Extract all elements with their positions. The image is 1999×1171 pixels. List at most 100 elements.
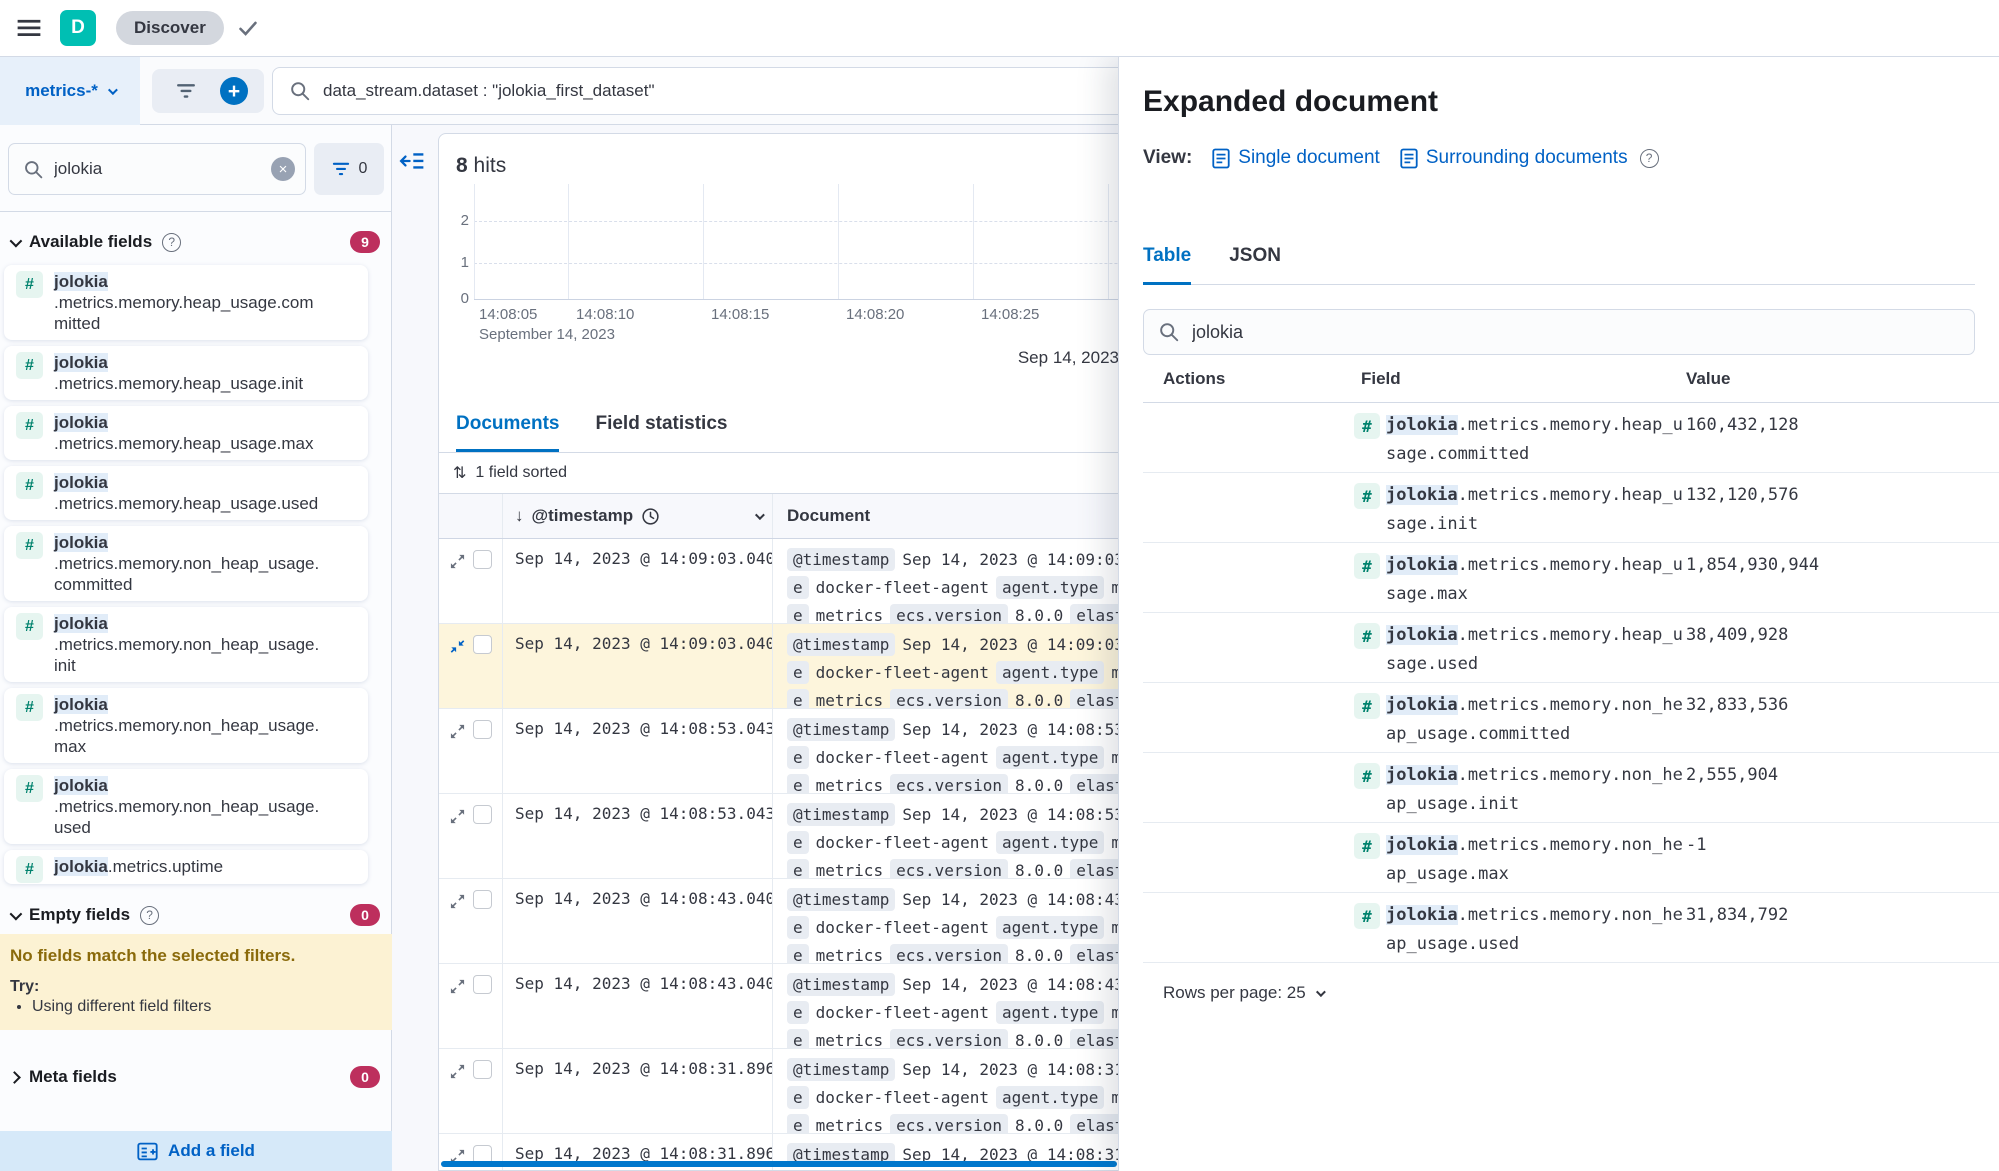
field-name-cell[interactable]: # jolokia.metrics.memory.heap_usage.commi… <box>1354 411 1686 469</box>
row-actions-area[interactable] <box>1153 831 1293 861</box>
row-actions-area[interactable] <box>1153 901 1293 931</box>
expand-document-icon[interactable] <box>449 551 466 571</box>
surrounding-documents-link[interactable]: Surrounding documents <box>1426 147 1628 169</box>
app-icon-badge[interactable]: D <box>60 10 96 46</box>
field-value-cell: -1 <box>1686 835 1707 855</box>
field-name-cell[interactable]: # jolokia.metrics.memory.non_heap_usage.u… <box>1354 901 1686 959</box>
field-list-item[interactable]: # jolokia .metrics.memory.non_heap_usage.… <box>4 526 368 601</box>
sort-updown-icon: ⇅ <box>453 465 467 482</box>
search-icon <box>289 80 311 102</box>
field-chip: e <box>787 944 809 963</box>
row-actions-area[interactable] <box>1153 691 1293 721</box>
field-list-item[interactable]: # jolokia .metrics.memory.heap_usage.used <box>4 466 368 520</box>
tab-json[interactable]: JSON <box>1229 245 1281 285</box>
field-list-item[interactable]: # jolokia .metrics.memory.non_heap_usage.… <box>4 688 368 763</box>
number-field-icon: # <box>16 271 43 298</box>
grid-header-timestamp-column[interactable]: ↓ @timestamp <box>503 494 773 538</box>
y-tick: 1 <box>460 254 469 271</box>
row-checkbox[interactable] <box>473 890 492 909</box>
tab-documents[interactable]: Documents <box>456 413 560 452</box>
field-chip: ecs.version <box>890 774 1009 793</box>
column-menu-chevron-icon[interactable] <box>754 509 765 520</box>
field-search-input[interactable] <box>54 159 244 179</box>
flyout-tabs: Table JSON <box>1143 245 1975 285</box>
actions-column-label: Actions <box>1163 369 1226 388</box>
expand-document-icon[interactable] <box>449 1061 466 1081</box>
field-list-item[interactable]: # jolokia .metrics.memory.heap_usage.max <box>4 406 368 460</box>
field-list-item[interactable]: # jolokia .metrics.memory.non_heap_usage.… <box>4 769 368 844</box>
field-name: jolokia .metrics.memory.heap_usage.max <box>54 413 314 453</box>
row-checkbox[interactable] <box>473 975 492 994</box>
search-icon <box>1158 321 1180 343</box>
rows-per-page-button[interactable]: Rows per page: 25 <box>1163 983 1326 1003</box>
field-search-box[interactable]: × <box>8 143 306 195</box>
field-chip: e <box>787 1029 809 1048</box>
field-list-item[interactable]: # jolokia .metrics.memory.heap_usage.comm… <box>4 265 368 340</box>
collapse-document-icon[interactable] <box>449 636 466 656</box>
breadcrumb[interactable]: Discover <box>116 11 224 45</box>
add-field-button[interactable]: Add a field <box>0 1131 392 1171</box>
flyout-search-input[interactable] <box>1192 321 1914 343</box>
field-chip: agent.type <box>996 916 1105 939</box>
collapse-sidebar-icon[interactable] <box>399 148 425 174</box>
help-icon[interactable]: ? <box>1639 148 1659 168</box>
row-checkbox[interactable] <box>473 720 492 739</box>
row-actions-area[interactable] <box>1153 761 1293 791</box>
field-name-cell[interactable]: # jolokia.metrics.memory.heap_usage.init <box>1354 481 1686 539</box>
filter-funnel-icon[interactable] <box>168 73 204 109</box>
saved-check-icon <box>236 16 260 40</box>
field-name-cell[interactable]: # jolokia.metrics.memory.heap_usage.max <box>1354 551 1686 609</box>
field-name-cell[interactable]: # jolokia.metrics.memory.non_heap_usage.i… <box>1354 761 1686 819</box>
number-field-icon: # <box>16 352 43 379</box>
row-checkbox[interactable] <box>473 550 492 569</box>
number-field-icon: # <box>1354 483 1380 509</box>
menu-hamburger-icon[interactable] <box>12 11 46 45</box>
tab-table[interactable]: Table <box>1143 245 1192 285</box>
tab-field-statistics[interactable]: Field statistics <box>595 413 727 452</box>
field-filter-button[interactable]: 0 <box>314 143 384 195</box>
field-value-row: # jolokia.metrics.memory.heap_usage.max 1… <box>1143 543 1999 613</box>
row-actions-area[interactable] <box>1153 411 1293 441</box>
add-filter-button[interactable]: + <box>220 77 248 105</box>
row-actions-area[interactable] <box>1153 621 1293 651</box>
flyout-field-search[interactable] <box>1143 309 1975 355</box>
expand-document-icon[interactable] <box>449 891 466 911</box>
expand-document-icon[interactable] <box>449 721 466 741</box>
field-value-row: # jolokia.metrics.memory.heap_usage.commi… <box>1143 403 1999 473</box>
search-icon <box>23 158 44 179</box>
row-checkbox[interactable] <box>473 1060 492 1079</box>
meta-fields-count-badge: 0 <box>350 1066 380 1088</box>
info-icon[interactable]: ? <box>162 232 182 252</box>
info-icon[interactable]: ? <box>140 905 160 925</box>
field-list-item[interactable]: # jolokia .metrics.memory.non_heap_usage.… <box>4 607 368 682</box>
field-name-cell[interactable]: # jolokia.metrics.memory.non_heap_usage.c… <box>1354 691 1686 749</box>
field-list-item[interactable]: # jolokia.metrics.uptime <box>4 850 368 884</box>
hits-number: 8 <box>456 154 468 177</box>
available-fields-header[interactable]: Available fields ? 9 <box>0 223 392 261</box>
meta-fields-header[interactable]: Meta fields 0 <box>0 1058 392 1096</box>
clear-search-icon[interactable]: × <box>271 157 295 181</box>
row-actions-area[interactable] <box>1153 551 1293 581</box>
add-field-label: Add a field <box>168 1141 255 1160</box>
field-name-cell[interactable]: # jolokia.metrics.memory.heap_usage.used <box>1354 621 1686 679</box>
filter-controls: + <box>152 69 264 113</box>
empty-fields-header[interactable]: Empty fields ? 0 <box>0 896 392 934</box>
field-column-label: Field <box>1361 369 1401 388</box>
row-checkbox[interactable] <box>473 805 492 824</box>
number-field-icon: # <box>16 613 43 640</box>
data-view-picker[interactable]: metrics-* <box>0 57 140 125</box>
row-actions-area[interactable] <box>1153 481 1293 511</box>
field-list-item[interactable]: # jolokia .metrics.memory.heap_usage.init <box>4 346 368 400</box>
expand-document-icon[interactable] <box>449 976 466 996</box>
horizontal-scrollbar[interactable] <box>441 1161 1117 1167</box>
value-column-label: Value <box>1686 369 1731 388</box>
field-chip: e <box>787 831 809 854</box>
field-name: jolokia .metrics.memory.heap_usage.init <box>54 353 304 393</box>
row-controls <box>439 1049 503 1133</box>
row-checkbox[interactable] <box>473 635 492 654</box>
expand-document-icon[interactable] <box>449 806 466 826</box>
flyout-table-rows: # jolokia.metrics.memory.heap_usage.commi… <box>1143 403 1999 963</box>
single-document-link[interactable]: Single document <box>1238 147 1380 169</box>
field-name-cell[interactable]: # jolokia.metrics.memory.non_heap_usage.m… <box>1354 831 1686 889</box>
field-chip: e <box>787 916 809 939</box>
